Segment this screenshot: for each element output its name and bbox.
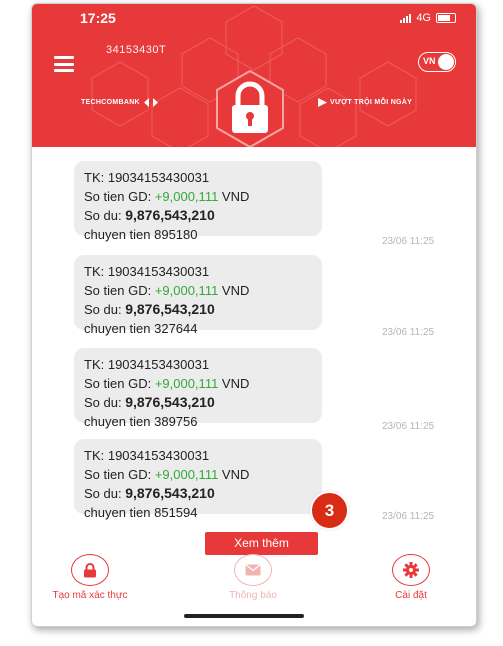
message-time: 23/06 11:25: [382, 327, 435, 338]
currency: VND: [218, 282, 250, 298]
description-line: chuyen tien 895180: [84, 226, 198, 242]
description-line: chuyen tien 389756: [84, 413, 198, 429]
bank-slogan: VƯỢT TRỘI MỖI NGÀY: [318, 98, 412, 107]
list-item: TK: 19034153430031 So tien GD: +9,000,11…: [74, 161, 322, 242]
currency: VND: [218, 188, 250, 204]
balance-value: 9,876,543,210: [125, 207, 215, 223]
bank-brand: TECHCOMBANK: [81, 98, 158, 107]
balance-value: 9,876,543,210: [125, 301, 215, 317]
menu-icon[interactable]: [54, 56, 74, 72]
app-header: 17:25 4G 34153430T VN TECHCOMBANK VƯỢT T…: [32, 4, 476, 147]
balance-line: So du: 9,876,543,210: [84, 484, 322, 504]
toggle-knob: [438, 54, 454, 70]
nav-create-code-label: Tạo mã xác thực: [52, 590, 128, 601]
annotation-badge: 3: [310, 491, 349, 530]
nav-notifications-label: Thông báo: [229, 590, 277, 601]
balance-label: So du:: [84, 395, 126, 410]
amount-line: So tien GD: +9,000,111 VND: [84, 466, 322, 485]
description-line: chuyen tien 851594: [84, 504, 198, 520]
amount-value: +9,000,111: [154, 375, 219, 391]
amount-line: So tien GD: +9,000,111 VND: [84, 375, 322, 394]
amount-label: So tien GD:: [84, 188, 155, 204]
account-line: TK: 19034153430031: [84, 357, 210, 372]
amount-label: So tien GD:: [84, 466, 155, 482]
language-toggle[interactable]: VN: [418, 52, 456, 72]
balance-line: So du: 9,876,543,210: [84, 300, 322, 320]
amount-label: So tien GD:: [84, 375, 155, 391]
amount-line: So tien GD: +9,000,111 VND: [84, 188, 322, 207]
balance-value: 9,876,543,210: [125, 485, 215, 501]
description-line: chuyen tien 327644: [84, 320, 198, 336]
account-line: TK: 19034153430031: [84, 170, 210, 185]
currency: VND: [218, 466, 250, 482]
amount-value: +9,000,111: [154, 466, 219, 482]
nav-notifications-circle: [234, 554, 272, 586]
gear-icon: [403, 562, 419, 578]
list-item: TK: 19034153430031 So tien GD: +9,000,11…: [74, 439, 322, 520]
slogan-text: VƯỢT TRỘI MỖI NGÀY: [330, 99, 413, 106]
message-time: 23/06 11:25: [382, 236, 435, 247]
status-indicators: 4G: [400, 12, 456, 24]
amount-value: +9,000,111: [154, 282, 219, 298]
see-more-button[interactable]: Xem thêm: [205, 532, 318, 555]
nav-settings-label: Cài đặt: [395, 590, 427, 601]
balance-line: So du: 9,876,543,210: [84, 393, 322, 413]
balance-label: So du:: [84, 208, 126, 223]
balance-label: So du:: [84, 486, 126, 501]
account-line: TK: 19034153430031: [84, 264, 210, 279]
list-item: TK: 19034153430031 So tien GD: +9,000,11…: [74, 348, 322, 429]
home-indicator[interactable]: [184, 614, 304, 618]
status-time: 17:25: [80, 10, 116, 26]
account-line: TK: 19034153430031: [84, 448, 210, 463]
message-time: 23/06 11:25: [382, 421, 435, 432]
amount-value: +9,000,111: [154, 188, 219, 204]
balance-line: So du: 9,876,543,210: [84, 206, 322, 226]
bank-name: TECHCOMBANK: [81, 99, 140, 106]
list-item: TK: 19034153430031 So tien GD: +9,000,11…: [74, 255, 322, 336]
message-time: 23/06 11:25: [382, 511, 435, 522]
arrow-right-icon: [318, 98, 327, 107]
balance-value: 9,876,543,210: [125, 394, 215, 410]
amount-label: So tien GD:: [84, 282, 155, 298]
balance-label: So du:: [84, 302, 126, 317]
nav-settings[interactable]: Cài đặt: [361, 554, 461, 601]
signal-icon: [400, 13, 412, 23]
language-label: VN: [423, 56, 436, 66]
nav-settings-circle: [392, 554, 430, 586]
amount-line: So tien GD: +9,000,111 VND: [84, 282, 322, 301]
nav-create-code-circle: [71, 554, 109, 586]
techcombank-logo-icon: [143, 98, 158, 107]
nav-create-code[interactable]: Tạo mã xác thực: [40, 554, 140, 601]
network-type: 4G: [416, 12, 431, 24]
phone-screen: 17:25 4G 34153430T VN TECHCOMBANK VƯỢT T…: [31, 3, 477, 627]
currency: VND: [218, 375, 250, 391]
envelope-icon: [245, 564, 261, 576]
battery-icon: [436, 13, 456, 23]
account-number: 34153430T: [106, 44, 167, 56]
message-list: TK: 19034153430031 So tien GD: +9,000,11…: [32, 147, 476, 547]
lock-icon: [216, 69, 284, 147]
lock-icon: [84, 562, 96, 577]
nav-notifications[interactable]: Thông báo: [203, 554, 303, 601]
